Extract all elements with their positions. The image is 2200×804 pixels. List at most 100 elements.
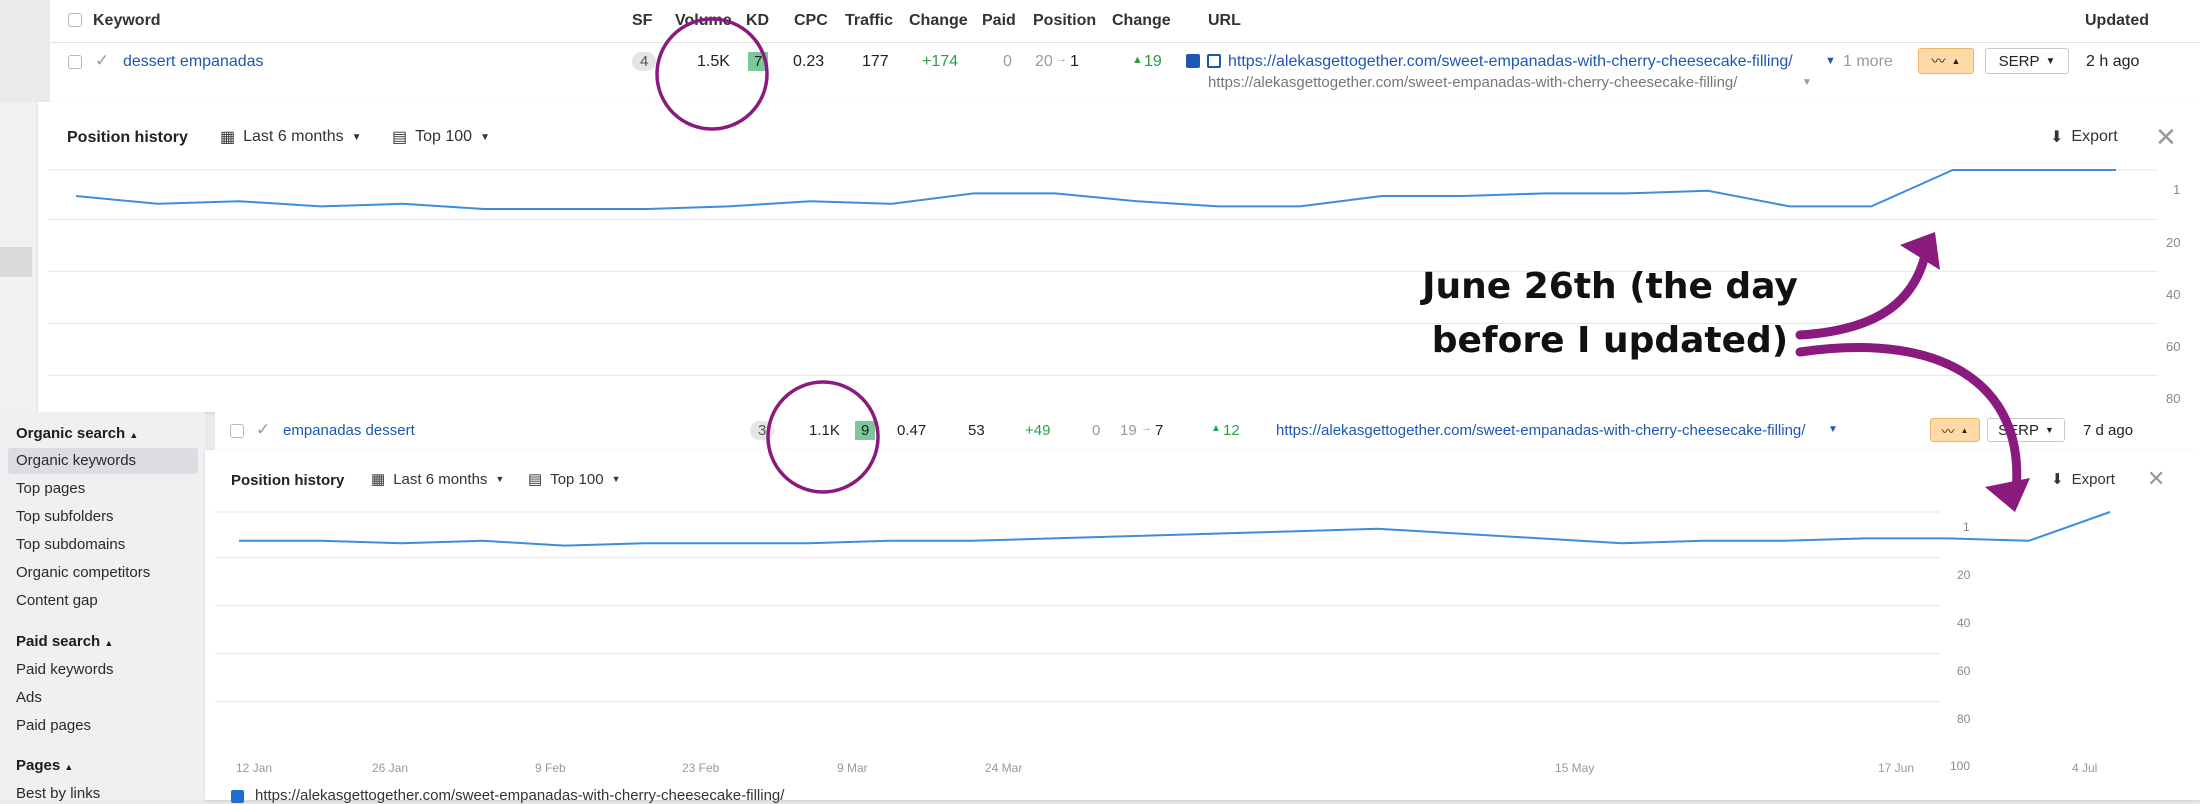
- sidebar-paid-search-head[interactable]: Paid search ▲: [16, 633, 113, 650]
- keyword-link[interactable]: empanadas dessert: [283, 422, 415, 439]
- volume-value: 1.5K: [697, 53, 730, 70]
- check-icon: ✓: [95, 51, 110, 70]
- annotation-text: June 26th (the day before I updated): [1390, 260, 1830, 368]
- legend-url: https://alekasgettogether.com/sweet-empa…: [255, 787, 785, 804]
- chevron-down-icon[interactable]: ▼: [1828, 424, 1838, 435]
- sf-badge[interactable]: 3: [750, 421, 775, 440]
- serp-button[interactable]: SERP ▼: [1987, 418, 2065, 442]
- serp-button[interactable]: SERP ▼: [1985, 48, 2069, 74]
- y-tick-label: 60: [2166, 339, 2181, 354]
- position-history-button[interactable]: 〰 ▲: [1918, 48, 1974, 74]
- chevron-down-icon[interactable]: ▼: [1825, 55, 1836, 67]
- chevron-down-icon: ▼: [2045, 55, 2056, 67]
- kd-badge: 9: [855, 421, 876, 440]
- x-tick-label: 9 Mar: [837, 761, 868, 775]
- triangle-up-icon: ▲: [129, 430, 139, 440]
- sidebar-item-top-subfolders[interactable]: Top subfolders: [16, 508, 114, 525]
- position-history-button[interactable]: 〰 ▲: [1930, 418, 1980, 442]
- triangle-up-icon: ▲: [64, 762, 74, 772]
- header-sf[interactable]: SF: [632, 12, 652, 30]
- trend-icon: 〰: [1941, 423, 1955, 439]
- sidebar-item-organic-keywords[interactable]: Organic keywords: [16, 452, 136, 469]
- header-cpc[interactable]: CPC: [794, 12, 828, 30]
- table-row: ✓ dessert empanadas 4 1.5K 7 0.23 177 +1…: [50, 43, 2200, 101]
- traffic-value: 177: [862, 53, 889, 70]
- sidebar-item-content-gap[interactable]: Content gap: [16, 592, 98, 609]
- y-tick-label: 80: [2166, 391, 2181, 406]
- sf-badge[interactable]: 4: [632, 52, 657, 71]
- triangle-up-icon: ▲: [104, 638, 114, 648]
- url-link[interactable]: https://alekasgettogether.com/sweet-empa…: [1276, 422, 1805, 439]
- header-keyword[interactable]: Keyword: [93, 12, 161, 30]
- serp-label: SERP: [1998, 52, 2040, 70]
- chevron-down-icon: ▼: [2044, 425, 2054, 435]
- row-checkbox[interactable]: [230, 424, 244, 438]
- sidebar-item-best-by-links[interactable]: Best by links: [16, 785, 100, 802]
- x-tick-label: 12 Jan: [236, 761, 273, 775]
- header-paid[interactable]: Paid: [982, 12, 1016, 30]
- header-change[interactable]: Change: [909, 12, 968, 30]
- header-volume[interactable]: Volume: [675, 12, 732, 30]
- position-history-panel: Position history ▦ Last 6 months ▼ ▤ Top 10…: [205, 450, 2200, 804]
- series-line: [239, 511, 2111, 547]
- sidebar-item-top-pages[interactable]: Top pages: [16, 480, 85, 497]
- annotation-line: before I updated): [1431, 320, 1789, 361]
- sidebar-item-paid-pages[interactable]: Paid pages: [16, 717, 91, 734]
- header-position-change[interactable]: Change: [1112, 12, 1171, 30]
- x-tick-label: 9 Feb: [535, 761, 566, 775]
- y-tick-label: 100: [1950, 759, 1971, 773]
- traffic-change-value: +174: [922, 53, 959, 70]
- keyword-link[interactable]: dessert empanadas: [123, 53, 264, 71]
- header-position[interactable]: Position: [1033, 12, 1096, 30]
- y-tick-label: 20: [1957, 568, 1971, 582]
- sidebar-item-paid-keywords[interactable]: Paid keywords: [16, 661, 114, 678]
- x-tick-label: 4 Jul: [2072, 761, 2098, 775]
- sidebar-pages-head[interactable]: Pages ▲: [16, 757, 73, 774]
- position-from: 20: [1035, 53, 1053, 70]
- x-tick-label: 26 Jan: [372, 761, 409, 775]
- sidebar-item-organic-competitors[interactable]: Organic competitors: [16, 564, 150, 581]
- chart-svg: [215, 511, 2111, 703]
- position-to: 7: [1155, 422, 1164, 439]
- volume-value: 1.1K: [809, 422, 840, 439]
- header-updated[interactable]: Updated: [2085, 12, 2149, 30]
- sidebar-organic-search-head[interactable]: Organic search ▲: [16, 425, 138, 442]
- table-header: Keyword SF Volume KD CPC Traffic Change …: [50, 0, 2200, 43]
- sidebar-item-ads[interactable]: Ads: [16, 689, 42, 706]
- table-row: ✓ empanadas dessert 3 1.1K 9 0.47 53 +49…: [215, 412, 2200, 451]
- secondary-url[interactable]: https://alekasgettogether.com/sweet-empa…: [1208, 74, 1737, 91]
- annotation-line: June 26th (the day: [1422, 266, 1798, 307]
- y-tick-label: 20: [2166, 235, 2181, 250]
- arrow-right-icon: →: [1141, 422, 1152, 434]
- select-all-checkbox[interactable]: [68, 13, 82, 27]
- chevron-down-icon[interactable]: ▼: [1802, 77, 1812, 88]
- sidebar-item-top-subdomains[interactable]: Top subdomains: [16, 536, 125, 553]
- image-icon: [1207, 54, 1221, 68]
- y-tick-label: 80: [1957, 712, 1971, 726]
- x-tick-label: 15 May: [1555, 761, 1595, 775]
- updated-value: 7 d ago: [2083, 422, 2134, 439]
- x-tick-label: 23 Feb: [682, 761, 720, 775]
- url-link[interactable]: https://alekasgettogether.com/sweet-empa…: [1228, 53, 1793, 71]
- kd-badge: 7: [748, 52, 769, 71]
- x-tick-label: 24 Mar: [985, 761, 1023, 775]
- sidebar: Organic search ▲ Organic keywords Top pa…: [0, 412, 205, 802]
- header-traffic[interactable]: Traffic: [845, 12, 893, 30]
- y-tick-label: 1: [2173, 182, 2181, 197]
- header-kd[interactable]: KD: [746, 12, 769, 30]
- sidebar-strip: [0, 102, 38, 412]
- triangle-up-icon: ▲: [1211, 423, 1221, 434]
- header-url[interactable]: URL: [1208, 12, 1241, 30]
- y-tick-label: 40: [2166, 287, 2181, 302]
- legend-checkbox[interactable]: [231, 790, 244, 803]
- y-tick-label: 1: [1963, 520, 1970, 534]
- position-change-value: 12: [1223, 422, 1240, 439]
- trend-icon: 〰: [1931, 53, 1946, 69]
- row-checkbox[interactable]: [68, 55, 82, 69]
- triangle-up-icon: ▲: [1132, 54, 1143, 66]
- cpc-value: 0.23: [793, 53, 825, 70]
- check-icon: ✓: [256, 420, 271, 439]
- more-urls-link[interactable]: 1 more: [1843, 53, 1893, 71]
- updated-value: 2 h ago: [2086, 53, 2140, 70]
- triangle-up-icon: ▲: [1951, 56, 1961, 66]
